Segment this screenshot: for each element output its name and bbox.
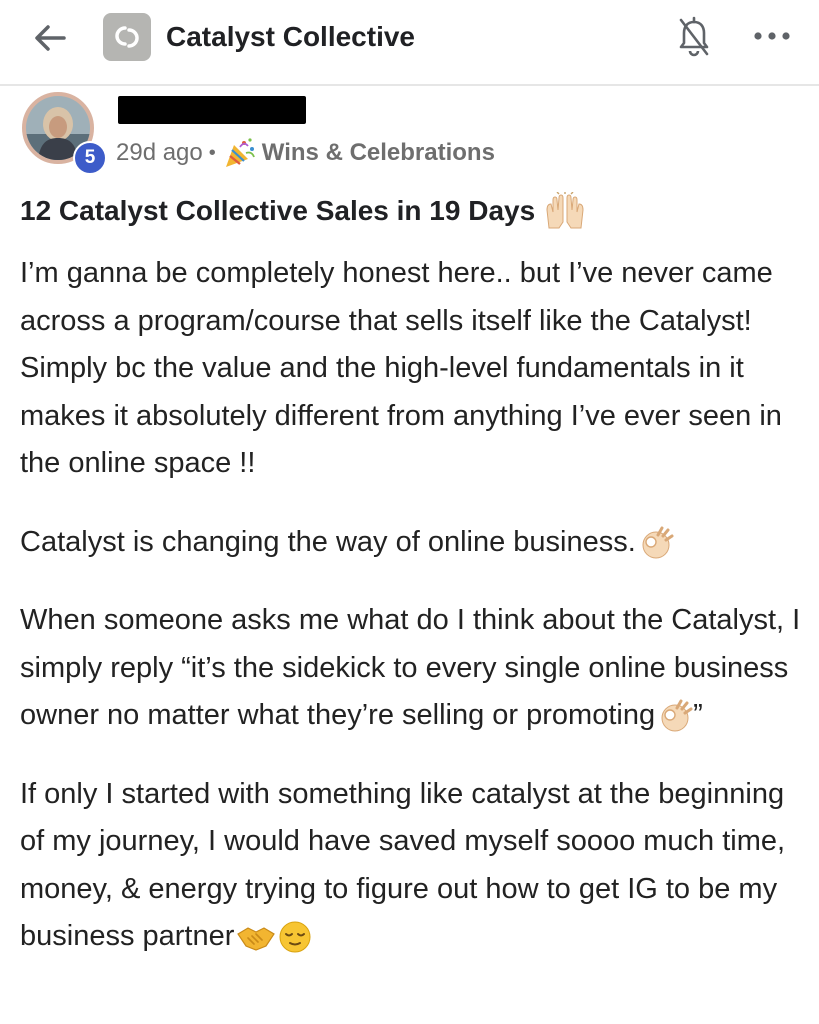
post-paragraph: When someone asks me what do I think abo…: [20, 597, 810, 740]
bell-off-icon: [679, 16, 709, 57]
post-paragraph: Catalyst is changing the way of online b…: [20, 519, 810, 567]
notification-toggle-button[interactable]: [676, 16, 712, 58]
post-body: I’m ganna be completely honest here.. bu…: [20, 250, 810, 992]
closing-quote: ”: [693, 699, 703, 731]
more-options-button[interactable]: [752, 24, 792, 48]
ok-hand-icon: [642, 526, 674, 559]
meta-separator: •: [208, 141, 216, 164]
raising-hands-icon: [546, 192, 584, 229]
arrow-left-icon: [35, 25, 66, 51]
group-logo[interactable]: [103, 13, 151, 61]
paragraph-text: Catalyst is changing the way of online b…: [20, 525, 636, 558]
more-horizontal-icon: [754, 32, 790, 40]
paragraph-text: If only I started with something like ca…: [20, 777, 786, 953]
handshake-icon: [237, 927, 276, 951]
category-link[interactable]: Wins & Celebrations: [262, 139, 495, 167]
party-popper-icon: [225, 138, 255, 167]
post-title-text: 12 Catalyst Collective Sales in 19 Days: [20, 195, 536, 226]
post-title: 12 Catalyst Collective Sales in 19 Days: [20, 192, 587, 230]
ok-hand-icon: [661, 699, 693, 732]
level-badge: 5: [73, 141, 107, 175]
chain-link-logo-icon: [115, 26, 139, 48]
post-paragraph: If only I started with something like ca…: [20, 771, 810, 961]
author-name-redacted[interactable]: Ayah Abdullah: [118, 96, 306, 124]
post-time: 29d ago: [116, 139, 203, 166]
top-bar: Catalyst Collective: [0, 0, 819, 86]
post-meta: 29d ago • Wins & Celebrations: [116, 138, 495, 168]
relieved-face-icon: [279, 921, 311, 953]
post-paragraph: I’m ganna be completely honest here.. bu…: [20, 257, 782, 479]
group-name[interactable]: Catalyst Collective: [166, 20, 415, 54]
back-button[interactable]: [30, 20, 70, 56]
